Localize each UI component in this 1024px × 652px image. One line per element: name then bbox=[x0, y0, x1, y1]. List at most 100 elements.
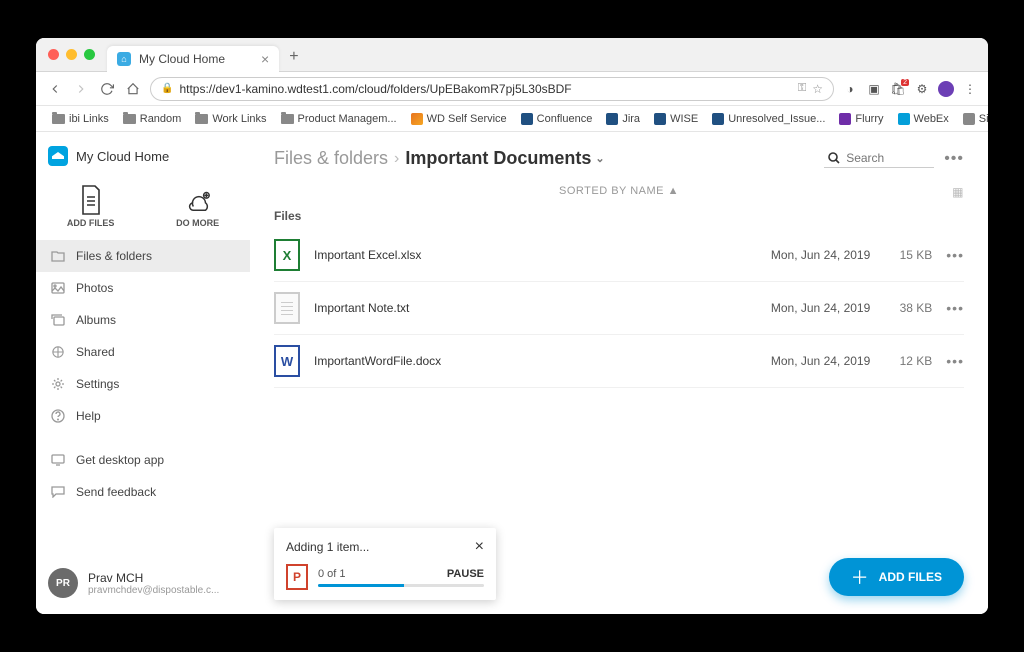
home-button[interactable] bbox=[124, 80, 142, 98]
sidebar-item-shared[interactable]: Shared bbox=[36, 336, 250, 368]
maximize-window[interactable] bbox=[84, 49, 95, 60]
upload-progress-bar bbox=[318, 584, 484, 587]
sidebar-actions: ADD FILES DO MORE bbox=[36, 180, 250, 238]
help-icon bbox=[50, 408, 66, 424]
pause-button[interactable]: PAUSE bbox=[447, 568, 484, 580]
chevron-down-icon: ⌄ bbox=[595, 152, 604, 165]
bookmark-item[interactable]: WD Self Service bbox=[405, 111, 513, 127]
sidebar-item-files[interactable]: Files & folders bbox=[36, 240, 250, 272]
lock-icon: 🔒 bbox=[161, 83, 173, 94]
section-label: Files bbox=[274, 203, 964, 229]
file-size: 12 KB bbox=[884, 354, 932, 368]
file-more-icon[interactable]: ••• bbox=[946, 247, 964, 263]
forward-button[interactable] bbox=[72, 80, 90, 98]
bookmark-star-icon[interactable]: ☆ bbox=[812, 82, 823, 96]
close-tab-icon[interactable]: × bbox=[261, 51, 269, 67]
user-info: Prav MCH pravmchdev@dispostable.c... bbox=[88, 571, 219, 596]
brand-logo-icon bbox=[48, 146, 68, 166]
sidebar-item-settings[interactable]: Settings bbox=[36, 368, 250, 400]
file-type-icon: W bbox=[274, 345, 300, 377]
file-row[interactable]: W ImportantWordFile.docx Mon, Jun 24, 20… bbox=[274, 335, 964, 388]
favicon-icon bbox=[839, 113, 851, 125]
profile-avatar[interactable] bbox=[938, 81, 954, 97]
sort-asc-icon: ▲ bbox=[668, 185, 679, 197]
file-size: 15 KB bbox=[884, 248, 932, 262]
bookmark-item[interactable]: Product Managem... bbox=[275, 111, 403, 127]
view-toggle-icon[interactable]: ▦ bbox=[952, 185, 964, 199]
breadcrumb-root[interactable]: Files & folders bbox=[274, 148, 388, 169]
bookmark-item[interactable]: Unresolved_Issue... bbox=[706, 111, 831, 127]
tab-favicon: ⌂ bbox=[117, 52, 131, 66]
titlebar: ⌂ My Cloud Home × + bbox=[36, 38, 988, 72]
minimize-window[interactable] bbox=[66, 49, 77, 60]
menu-button[interactable]: ⋮ bbox=[962, 81, 978, 97]
browser-tab[interactable]: ⌂ My Cloud Home × bbox=[107, 46, 279, 72]
file-name: Important Note.txt bbox=[314, 301, 726, 315]
window-controls bbox=[36, 49, 107, 60]
file-row[interactable]: Important Note.txt Mon, Jun 24, 2019 38 … bbox=[274, 282, 964, 335]
user-email: pravmchdev@dispostable.c... bbox=[88, 585, 219, 596]
close-window[interactable] bbox=[48, 49, 59, 60]
bookmark-item[interactable]: Flurry bbox=[833, 111, 889, 127]
back-button[interactable] bbox=[46, 80, 64, 98]
file-row[interactable]: X Important Excel.xlsx Mon, Jun 24, 2019… bbox=[274, 229, 964, 282]
sidebar-item-photos[interactable]: Photos bbox=[36, 272, 250, 304]
search-input[interactable] bbox=[846, 151, 930, 165]
fab-label: ADD FILES bbox=[879, 570, 942, 584]
folder-icon bbox=[52, 114, 65, 124]
nav-list: Files & folders Photos Albums Shared Set… bbox=[36, 238, 250, 508]
search-field[interactable] bbox=[824, 149, 934, 168]
add-files-action[interactable]: ADD FILES bbox=[67, 186, 115, 228]
sidebar-item-feedback[interactable]: Send feedback bbox=[36, 476, 250, 508]
monitor-icon bbox=[50, 452, 66, 468]
sidebar-item-albums[interactable]: Albums bbox=[36, 304, 250, 336]
main-header: Files & folders › Important Documents ⌄ … bbox=[250, 132, 988, 175]
bookmark-item[interactable]: ibi Links bbox=[46, 111, 115, 127]
extension-icon[interactable]: ▣ bbox=[866, 81, 882, 97]
file-date: Mon, Jun 24, 2019 bbox=[740, 248, 870, 262]
bookmark-item[interactable]: Jira bbox=[600, 111, 646, 127]
upload-title: Adding 1 item... bbox=[286, 540, 369, 554]
extension-icon[interactable]: ⚙ bbox=[914, 81, 930, 97]
shared-icon bbox=[50, 344, 66, 360]
extension-icon[interactable]: ◑ bbox=[842, 81, 858, 97]
bookmark-item[interactable]: Work Links bbox=[189, 111, 272, 127]
sort-bar: SORTED BY NAME ▲ ▦ bbox=[250, 175, 988, 199]
user-name: Prav MCH bbox=[88, 571, 219, 585]
breadcrumb-current[interactable]: Important Documents ⌄ bbox=[405, 148, 604, 169]
bookmark-item[interactable]: Sign In bbox=[957, 111, 988, 127]
file-more-icon[interactable]: ••• bbox=[946, 300, 964, 316]
url-text: https://dev1-kamino.wdtest1.com/cloud/fo… bbox=[179, 82, 791, 96]
albums-icon bbox=[50, 312, 66, 328]
bookmark-item[interactable]: Random bbox=[117, 111, 188, 127]
brand[interactable]: My Cloud Home bbox=[36, 132, 250, 180]
sidebar-item-desktop-app[interactable]: Get desktop app bbox=[36, 444, 250, 476]
file-more-icon[interactable]: ••• bbox=[946, 353, 964, 369]
new-tab-button[interactable]: + bbox=[279, 48, 308, 66]
more-menu-icon[interactable]: ••• bbox=[944, 150, 964, 168]
bookmark-item[interactable]: WebEx bbox=[892, 111, 955, 127]
bookmark-item[interactable]: Confluence bbox=[515, 111, 599, 127]
add-files-fab[interactable]: ＋ ADD FILES bbox=[829, 558, 964, 596]
close-icon[interactable]: × bbox=[475, 538, 484, 556]
file-type-icon: P bbox=[286, 564, 308, 590]
upload-header: Adding 1 item... × bbox=[286, 538, 484, 556]
favicon-icon bbox=[898, 113, 910, 125]
gear-icon bbox=[50, 376, 66, 392]
file-type-icon bbox=[274, 292, 300, 324]
key-icon[interactable]: ⚿ bbox=[798, 82, 806, 95]
sidebar-item-help[interactable]: Help bbox=[36, 400, 250, 432]
user-profile[interactable]: PR Prav MCH pravmchdev@dispostable.c... bbox=[36, 554, 250, 614]
extension-icon[interactable]: 🛍2 bbox=[890, 81, 906, 97]
reload-button[interactable] bbox=[98, 80, 116, 98]
file-date: Mon, Jun 24, 2019 bbox=[740, 301, 870, 315]
do-more-action[interactable]: DO MORE bbox=[176, 186, 219, 228]
nav-toolbar: 🔒 https://dev1-kamino.wdtest1.com/cloud/… bbox=[36, 72, 988, 106]
favicon-icon bbox=[606, 113, 618, 125]
bookmarks-bar: ibi Links Random Work Links Product Mana… bbox=[36, 106, 988, 132]
folder-icon bbox=[123, 114, 136, 124]
file-size: 38 KB bbox=[884, 301, 932, 315]
sort-label[interactable]: SORTED BY NAME ▲ bbox=[559, 185, 679, 197]
bookmark-item[interactable]: WISE bbox=[648, 111, 704, 127]
address-bar[interactable]: 🔒 https://dev1-kamino.wdtest1.com/cloud/… bbox=[150, 77, 834, 101]
